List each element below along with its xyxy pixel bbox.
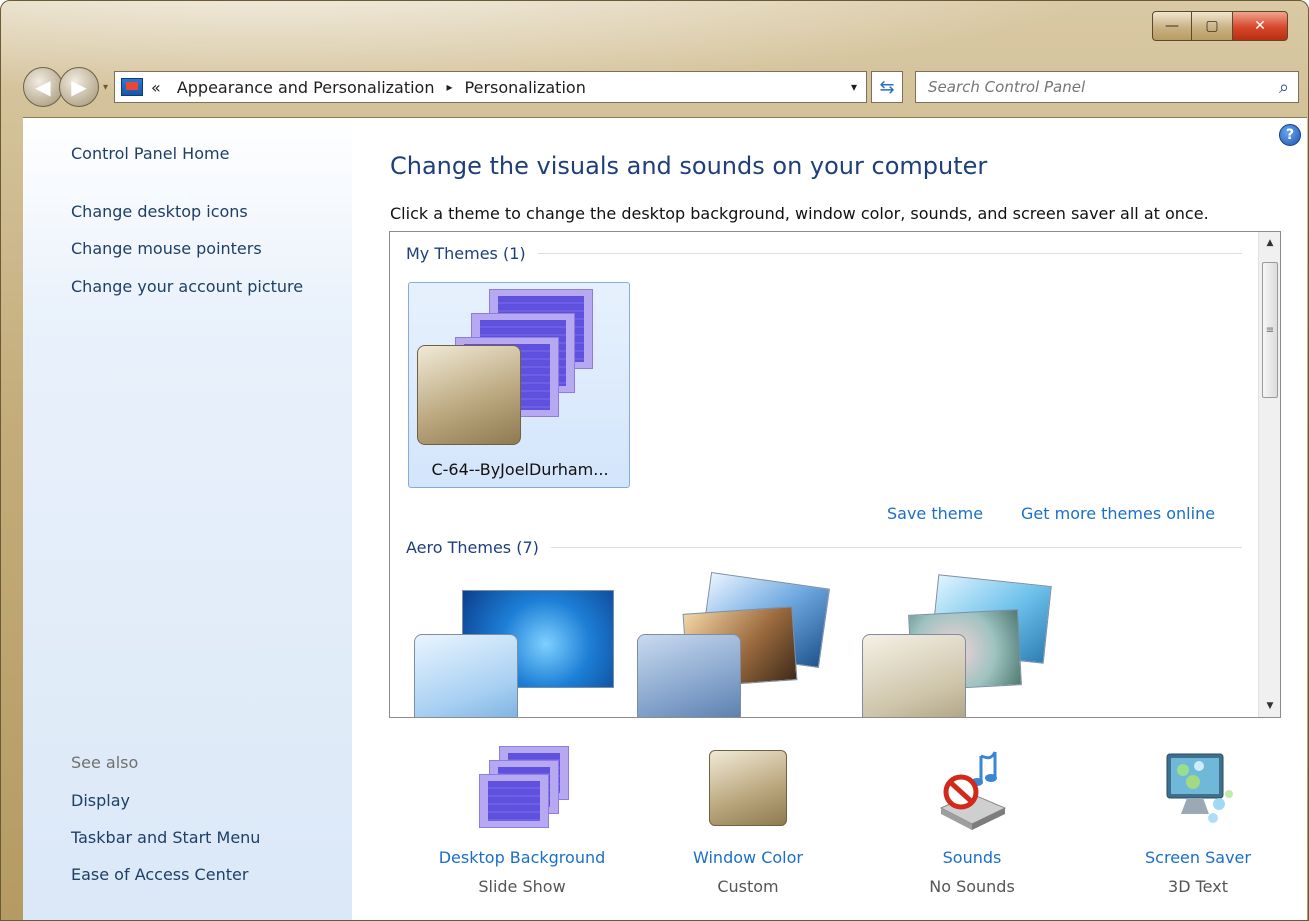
- theme-color-swatch: [862, 634, 966, 717]
- sounds-value: No Sounds: [929, 877, 1015, 896]
- sidebar-change-mouse-pointers[interactable]: Change mouse pointers: [71, 239, 262, 258]
- caption-buttons: — ▢ ✕: [1152, 11, 1288, 41]
- window-color-swatch: [709, 750, 787, 826]
- desktop-background-value: Slide Show: [478, 877, 566, 896]
- my-themes-heading: My Themes (1): [406, 244, 1242, 263]
- refresh-button[interactable]: ⇆: [871, 71, 904, 103]
- window-color-setting[interactable]: Window Color Custom: [638, 746, 858, 896]
- help-icon[interactable]: ?: [1279, 124, 1301, 146]
- search-input[interactable]: [928, 78, 1271, 96]
- scroll-thumb[interactable]: ≡: [1262, 262, 1278, 398]
- minimize-button[interactable]: —: [1152, 11, 1192, 41]
- screen-saver-icon[interactable]: [1153, 746, 1243, 836]
- aero-themes-heading: Aero Themes (7): [406, 538, 1242, 557]
- scroll-grip-icon: ≡: [1265, 324, 1275, 336]
- sidebar: Control Panel Home Change desktop icons …: [23, 118, 352, 920]
- close-button[interactable]: ✕: [1232, 11, 1288, 41]
- control-panel-icon: [121, 78, 144, 96]
- breadcrumb-chevron-icon[interactable]: ▸: [446, 80, 452, 94]
- forward-button[interactable]: ▶: [59, 67, 99, 107]
- search-box[interactable]: ⌕: [915, 71, 1300, 103]
- theme-color-swatch: [637, 634, 741, 717]
- window-color-icon[interactable]: [703, 746, 793, 836]
- save-theme-link[interactable]: Save theme: [887, 504, 983, 523]
- page-title: Change the visuals and sounds on your co…: [390, 152, 988, 180]
- breadcrumb-personalization[interactable]: Personalization: [465, 78, 586, 97]
- divider: [550, 547, 1242, 548]
- window-color-link[interactable]: Window Color: [638, 848, 858, 867]
- background-sheet: [479, 774, 549, 828]
- my-themes-label: My Themes (1): [406, 244, 526, 263]
- sounds-icon[interactable]: [927, 746, 1017, 836]
- theme-color-swatch: [414, 634, 518, 717]
- theme-list-scrollbar[interactable]: ▲ ≡ ▼: [1258, 232, 1280, 717]
- desktop-background-icon[interactable]: [477, 746, 569, 836]
- desktop-background-link[interactable]: Desktop Background: [412, 848, 632, 867]
- divider: [537, 253, 1242, 254]
- aero-themes-label: Aero Themes (7): [406, 538, 539, 557]
- address-bar[interactable]: « Appearance and Personalization ▸ Perso…: [114, 71, 868, 103]
- main-panel: ? Change the visuals and sounds on your …: [352, 118, 1308, 920]
- sounds-setting[interactable]: Sounds No Sounds: [862, 746, 1082, 896]
- theme-windows-7[interactable]: [412, 572, 642, 717]
- sounds-no-sign-icon: [939, 751, 1007, 830]
- recent-pages-dropdown[interactable]: ▾: [103, 82, 108, 93]
- see-also-heading: See also: [71, 753, 139, 772]
- get-more-themes-link[interactable]: Get more themes online: [1021, 504, 1215, 523]
- theme-list[interactable]: My Themes (1) C-64--ByJoelDurham... Save…: [389, 231, 1281, 718]
- back-button[interactable]: ◀: [23, 67, 63, 107]
- forward-arrow-icon: ▶: [71, 75, 87, 99]
- back-arrow-icon: ◀: [35, 75, 51, 99]
- client-area: Control Panel Home Change desktop icons …: [23, 117, 1308, 920]
- theme-characters[interactable]: [860, 572, 1090, 717]
- instructions-text: Click a theme to change the desktop back…: [390, 204, 1209, 223]
- theme-architecture[interactable]: [635, 572, 865, 717]
- sidebar-control-panel-home[interactable]: Control Panel Home: [71, 144, 229, 163]
- sidebar-change-desktop-icons[interactable]: Change desktop icons: [71, 202, 248, 221]
- screen-saver-value: 3D Text: [1168, 877, 1228, 896]
- screen-saver-setting[interactable]: Screen Saver 3D Text: [1088, 746, 1308, 896]
- breadcrumb-overflow[interactable]: «: [151, 78, 161, 97]
- personalization-window: — ▢ ✕ ◀ ▶ ▾ « Appearance and Personaliza…: [0, 0, 1309, 921]
- monitor-bubbles-icon: [1166, 753, 1233, 823]
- navigation-bar: ◀ ▶ ▾ « Appearance and Personalization ▸…: [23, 65, 1307, 109]
- address-dropdown-icon[interactable]: ▾: [842, 80, 866, 94]
- sidebar-change-account-picture[interactable]: Change your account picture: [71, 277, 303, 296]
- breadcrumb-appearance[interactable]: Appearance and Personalization: [177, 78, 435, 97]
- screen-saver-link[interactable]: Screen Saver: [1088, 848, 1308, 867]
- sidebar-display[interactable]: Display: [71, 791, 130, 810]
- search-icon[interactable]: ⌕: [1270, 77, 1298, 98]
- scroll-up-icon[interactable]: ▲: [1259, 232, 1280, 254]
- desktop-background-setting[interactable]: Desktop Background Slide Show: [412, 746, 632, 896]
- refresh-icon: ⇆: [879, 76, 895, 98]
- sounds-link[interactable]: Sounds: [862, 848, 1082, 867]
- sidebar-ease-of-access[interactable]: Ease of Access Center: [71, 865, 248, 884]
- window-color-value: Custom: [717, 877, 779, 896]
- maximize-button[interactable]: ▢: [1192, 11, 1232, 41]
- theme-c64[interactable]: C-64--ByJoelDurham...: [408, 282, 630, 488]
- scroll-down-icon[interactable]: ▼: [1259, 695, 1280, 717]
- theme-color-swatch: [417, 345, 521, 445]
- sidebar-taskbar-start-menu[interactable]: Taskbar and Start Menu: [71, 828, 260, 847]
- theme-name: C-64--ByJoelDurham...: [431, 460, 609, 479]
